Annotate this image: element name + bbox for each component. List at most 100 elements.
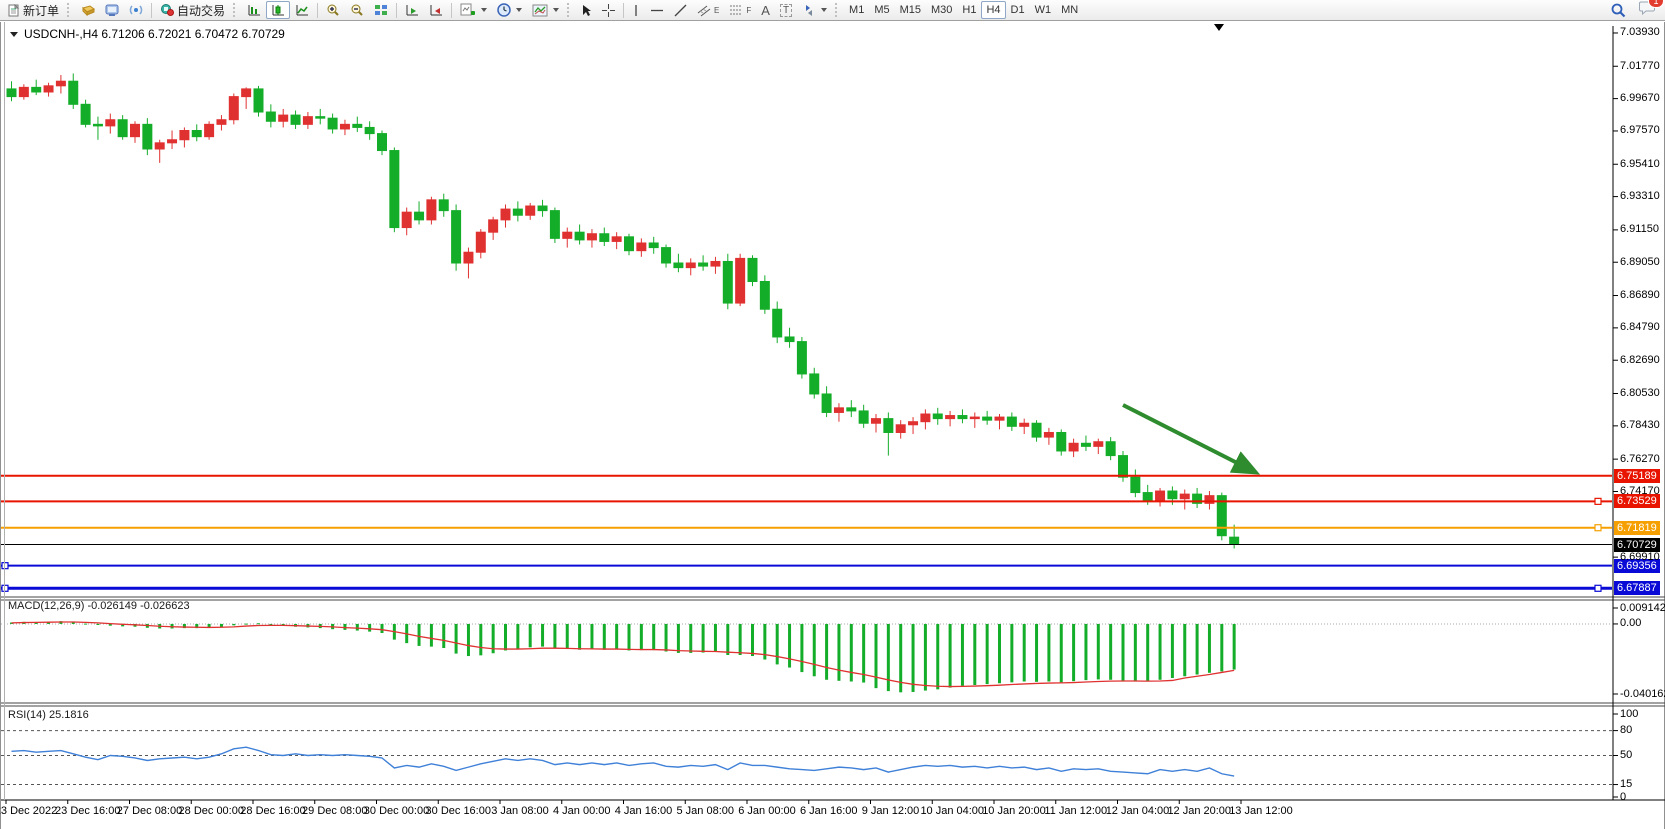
toolbar-grip	[567, 3, 573, 17]
tile-windows-icon	[374, 4, 388, 17]
toolbar-separator	[623, 3, 624, 18]
price-line-badge: 6.70729	[1614, 538, 1660, 552]
zoom-in-button[interactable]	[321, 1, 345, 19]
horizontal-line-button[interactable]	[645, 1, 669, 19]
tile-windows-button[interactable]	[369, 1, 393, 19]
toolbar: 新订单 自动交易 E F A T	[0, 0, 1665, 21]
price-tick-label: 6.78430	[1620, 419, 1660, 432]
timeframe-group: M1M5M15M30H1H4D1W1MN	[844, 1, 1083, 19]
rsi-axis-label: 0	[1620, 791, 1626, 804]
fibonacci-button[interactable]: F	[724, 1, 756, 19]
timeframe-d1[interactable]: D1	[1006, 1, 1030, 19]
time-label: 23 Dec 2022	[0, 805, 57, 817]
chart-shift-button[interactable]	[76, 1, 100, 19]
price-tick-label: 7.03930	[1620, 26, 1660, 39]
chart-canvas[interactable]	[1, 22, 1665, 829]
timeframe-h1[interactable]: H1	[957, 1, 981, 19]
price-tick-label: 6.76270	[1620, 453, 1660, 466]
arrows-icon	[802, 4, 816, 17]
price-tick-label: 6.93310	[1620, 190, 1660, 203]
timeframe-m1[interactable]: M1	[844, 1, 869, 19]
new-order-icon	[8, 4, 20, 17]
toolbar-separator	[451, 3, 452, 18]
rsi-axis-label: 80	[1620, 724, 1632, 737]
template-button[interactable]	[527, 1, 564, 19]
chart-window[interactable]: USDCNH-,H4 6.71206 6.72021 6.70472 6.707…	[0, 22, 1665, 829]
clock-icon	[497, 3, 511, 17]
trendline-button[interactable]	[669, 1, 692, 19]
dropdown-caret-icon	[553, 8, 559, 12]
text-label-button[interactable]: T	[775, 1, 797, 19]
time-label: 3 Jan 08:00	[491, 805, 549, 817]
candlestick-chart-button[interactable]	[266, 1, 290, 19]
price-tick-label: 7.01770	[1620, 60, 1660, 73]
dropdown-caret-icon	[516, 8, 522, 12]
dropdown-caret-icon	[481, 8, 487, 12]
arrows-tool-button[interactable]	[797, 1, 832, 19]
timeframe-m5[interactable]: M5	[869, 1, 894, 19]
line-chart-button[interactable]	[290, 1, 314, 19]
time-label: 30 Dec 16:00	[426, 805, 491, 817]
vertical-line-button[interactable]	[627, 1, 645, 19]
vertical-line-icon	[632, 4, 640, 17]
timeframe-m15[interactable]: M15	[895, 1, 926, 19]
time-label: 6 Jan 16:00	[800, 805, 858, 817]
auto-scroll-button[interactable]	[400, 1, 424, 19]
time-label: 5 Jan 08:00	[677, 805, 735, 817]
signal-button[interactable]	[124, 1, 148, 19]
market-watch-button[interactable]	[100, 1, 124, 19]
zoom-out-button[interactable]	[345, 1, 369, 19]
timeframe-w1[interactable]: W1	[1030, 1, 1057, 19]
price-tick-label: 6.99670	[1620, 92, 1660, 105]
channel-glyph: E	[714, 6, 719, 15]
zoom-in-icon	[326, 4, 340, 17]
price-tick-label: 6.91150	[1620, 223, 1659, 236]
time-label: 27 Dec 08:00	[117, 805, 182, 817]
timeframe-m30[interactable]: M30	[926, 1, 957, 19]
price-tick-label: 6.84790	[1620, 321, 1660, 334]
chat-button[interactable]: 1	[1639, 0, 1656, 20]
time-label: 9 Jan 12:00	[862, 805, 920, 817]
text-button[interactable]: A	[756, 1, 775, 19]
search-button[interactable]	[1606, 1, 1631, 19]
new-chart-button[interactable]	[455, 1, 492, 19]
crosshair-button[interactable]	[597, 1, 620, 19]
toolbar-grip	[233, 3, 239, 17]
price-tick-label: 6.86890	[1620, 289, 1660, 302]
new-order-button[interactable]: 新订单	[3, 1, 64, 19]
price-line-badge: 6.71819	[1614, 521, 1660, 535]
notification-badge: 1	[1648, 0, 1664, 8]
timeframe-h4[interactable]: H4	[981, 1, 1005, 19]
time-label: 13 Jan 12:00	[1229, 805, 1293, 817]
bar-chart-button[interactable]	[242, 1, 266, 19]
toolbar-separator	[317, 3, 318, 18]
chart-title-text: USDCNH-,H4 6.71206 6.72021 6.70472 6.707…	[24, 27, 285, 41]
channel-icon	[697, 4, 711, 17]
new-order-label: 新订单	[23, 2, 59, 19]
autotrade-label: 自动交易	[177, 2, 225, 19]
profiles-button[interactable]	[492, 1, 527, 19]
toolbar-right: 1	[1606, 0, 1662, 20]
macd-axis-label: -0.040162	[1620, 688, 1665, 701]
equidistant-channel-button[interactable]: E	[692, 1, 724, 19]
symbol-dropdown-icon[interactable]	[10, 32, 18, 37]
toolbar-grip	[67, 3, 73, 17]
time-label: 23 Dec 16:00	[55, 805, 120, 817]
price-tick-label: 6.95410	[1620, 158, 1660, 171]
autotrade-icon	[160, 4, 174, 16]
price-line-badge: 6.75189	[1614, 469, 1660, 483]
dropdown-caret-icon	[821, 8, 827, 12]
macd-axis-label: 0.00	[1620, 617, 1641, 630]
toolbar-separator	[151, 3, 152, 18]
cursor-button[interactable]	[576, 1, 597, 19]
auto-scroll-icon	[405, 4, 419, 17]
template-icon	[532, 4, 548, 17]
toolbar-grip	[835, 3, 841, 17]
timeframe-mn[interactable]: MN	[1056, 1, 1083, 19]
time-label: 10 Jan 20:00	[982, 805, 1046, 817]
bar-chart-icon	[247, 4, 261, 17]
toolbar-separator	[396, 3, 397, 18]
autotrade-button[interactable]: 自动交易	[155, 1, 230, 19]
current-bar-marker	[1214, 24, 1224, 31]
chart-shift-end-button[interactable]	[424, 1, 448, 19]
